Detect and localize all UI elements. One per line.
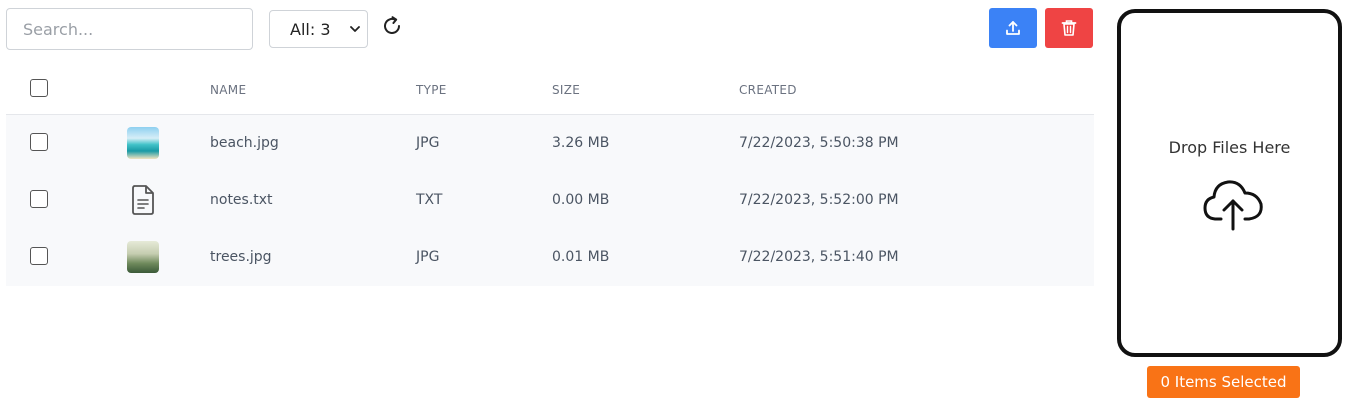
file-table: NAME TYPE SIZE CREATED beach.jpg JPG 3.2…	[6, 64, 1094, 286]
table-row[interactable]: notes.txt TXT 0.00 MB 7/22/2023, 5:52:00…	[6, 172, 1094, 229]
column-header-created[interactable]: CREATED	[739, 83, 797, 97]
image-thumbnail	[127, 241, 159, 273]
column-header-size[interactable]: SIZE	[552, 83, 580, 97]
row-checkbox[interactable]	[30, 190, 48, 208]
row-checkbox[interactable]	[30, 133, 48, 151]
upload-button[interactable]	[989, 8, 1037, 48]
filter-select-value: All: 3	[290, 19, 331, 39]
image-thumbnail	[127, 127, 159, 159]
file-type: JPG	[416, 249, 440, 265]
trash-icon	[1061, 20, 1077, 36]
file-size: 0.00 MB	[552, 192, 610, 208]
select-all-checkbox[interactable]	[30, 79, 48, 97]
file-name: notes.txt	[210, 192, 273, 208]
file-created: 7/22/2023, 5:52:00 PM	[739, 192, 899, 208]
refresh-icon[interactable]	[380, 14, 404, 38]
upload-icon	[1006, 21, 1020, 35]
file-created: 7/22/2023, 5:51:40 PM	[739, 249, 899, 265]
drop-zone[interactable]: Drop Files Here	[1117, 9, 1342, 357]
file-manager: All: 3 NAME TYPE SIZE CREATED	[0, 0, 1351, 414]
selected-count-badge: 0 Items Selected	[1147, 366, 1300, 398]
column-header-name[interactable]: NAME	[210, 83, 246, 97]
table-header: NAME TYPE SIZE CREATED	[6, 64, 1094, 115]
file-size: 0.01 MB	[552, 249, 610, 265]
file-type: JPG	[416, 135, 440, 151]
chevron-down-icon	[350, 26, 360, 32]
filter-select[interactable]: All: 3	[269, 10, 368, 48]
row-checkbox[interactable]	[30, 247, 48, 265]
file-name: beach.jpg	[210, 135, 279, 151]
column-header-type[interactable]: TYPE	[416, 83, 447, 97]
selected-count-label: 0 Items Selected	[1160, 373, 1287, 391]
table-row[interactable]: trees.jpg JPG 0.01 MB 7/22/2023, 5:51:40…	[6, 229, 1094, 286]
cloud-upload-icon	[1203, 180, 1263, 231]
delete-button[interactable]	[1045, 8, 1093, 48]
file-name: trees.jpg	[210, 249, 272, 265]
search-input[interactable]	[6, 8, 253, 50]
file-created: 7/22/2023, 5:50:38 PM	[739, 135, 899, 151]
drop-zone-label: Drop Files Here	[1168, 138, 1291, 157]
file-size: 3.26 MB	[552, 135, 610, 151]
document-icon	[132, 185, 154, 215]
table-row[interactable]: beach.jpg JPG 3.26 MB 7/22/2023, 5:50:38…	[6, 115, 1094, 172]
file-type: TXT	[416, 192, 443, 208]
